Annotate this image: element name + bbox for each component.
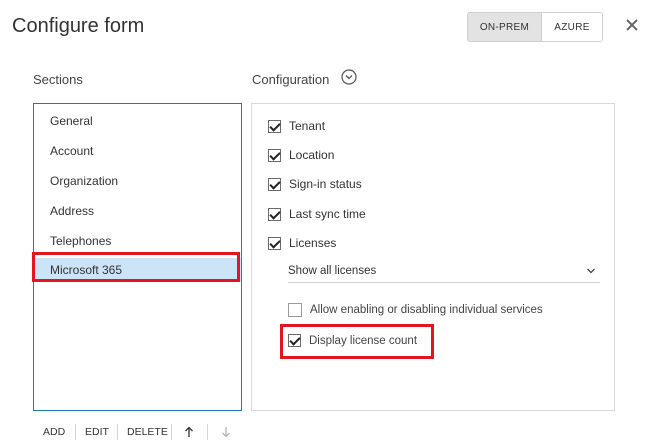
last-sync-time-label: Last sync time [289, 207, 366, 221]
allow-individual-services-label: Allow enabling or disabling individual s… [310, 304, 543, 316]
licenses-checkbox[interactable] [268, 236, 281, 250]
delete-button[interactable]: DELETE [127, 426, 168, 438]
footer-divider [75, 424, 76, 440]
highlight-box-display-license-count [280, 324, 434, 359]
arrow-up-icon[interactable] [184, 426, 194, 438]
section-item-account[interactable]: Account [50, 144, 93, 158]
footer-divider [207, 424, 208, 440]
section-item-general[interactable]: General [50, 114, 93, 128]
tenant-checkbox[interactable] [268, 119, 281, 133]
arrow-down-icon[interactable] [221, 426, 231, 438]
location-label: Location [289, 148, 335, 162]
on-prem-toggle-button[interactable]: ON-PREM [468, 13, 542, 41]
add-button[interactable]: ADD [43, 426, 65, 438]
location-checkbox-row[interactable]: Location [268, 148, 334, 162]
footer-divider [117, 424, 118, 440]
licenses-checkbox-row[interactable]: Licenses [268, 236, 336, 250]
location-checkbox[interactable] [268, 148, 281, 162]
last-sync-time-checkbox[interactable] [268, 207, 281, 221]
last-sync-time-checkbox-row[interactable]: Last sync time [268, 207, 366, 221]
dialog-title: Configure form [12, 15, 145, 37]
sign-in-status-checkbox-row[interactable]: Sign-in status [268, 177, 362, 191]
configuration-heading: Configuration [252, 72, 330, 87]
licenses-filter-dropdown[interactable]: Show all licenses [288, 262, 600, 283]
sign-in-status-checkbox[interactable] [268, 177, 281, 191]
licenses-label: Licenses [289, 236, 337, 250]
chevron-down-circle-icon[interactable] [341, 69, 357, 85]
sections-heading: Sections [33, 72, 83, 87]
sign-in-status-label: Sign-in status [289, 177, 362, 191]
azure-toggle-button[interactable]: AZURE [542, 13, 602, 41]
tenant-label: Tenant [289, 119, 326, 133]
licenses-filter-value: Show all licenses [288, 265, 377, 277]
close-icon[interactable] [624, 17, 640, 33]
section-item-organization[interactable]: Organization [50, 174, 118, 188]
section-item-address[interactable]: Address [50, 204, 94, 218]
chevron-down-icon [587, 268, 595, 274]
tenant-checkbox-row[interactable]: Tenant [268, 119, 325, 133]
mode-toggle: ON-PREM AZURE [467, 12, 603, 42]
allow-individual-services-checkbox-row[interactable]: Allow enabling or disabling individual s… [288, 303, 543, 317]
edit-button[interactable]: EDIT [85, 426, 109, 438]
section-item-telephones[interactable]: Telephones [50, 234, 111, 248]
footer-divider [171, 424, 172, 440]
allow-individual-services-checkbox[interactable] [288, 303, 302, 317]
highlight-box-microsoft-365 [32, 252, 240, 282]
